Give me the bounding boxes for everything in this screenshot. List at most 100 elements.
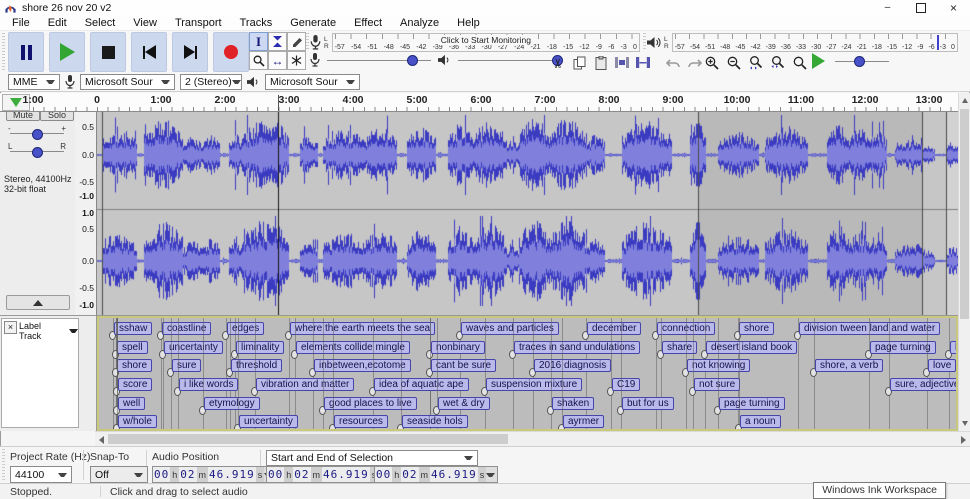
label-chip[interactable]: shore [117, 359, 152, 372]
menu-view[interactable]: View [124, 17, 166, 29]
label-chip[interactable]: page turning [870, 341, 936, 354]
zoom-toggle-button[interactable] [790, 53, 809, 72]
label-chip[interactable]: uncertainty [239, 415, 298, 428]
label-boundary-line[interactable] [661, 318, 662, 429]
vertical-scrollbar[interactable] [958, 93, 970, 431]
menu-file[interactable]: File [3, 17, 39, 29]
mute-button[interactable]: Mute [6, 112, 40, 121]
label-track-body[interactable]: sshawcoastlineedgeswhere the earth meets… [97, 316, 958, 431]
label-chip[interactable]: shore, a verb [815, 359, 883, 372]
silence-audio-button[interactable] [633, 53, 652, 72]
zoom-in-button[interactable] [702, 53, 721, 72]
menu-tracks[interactable]: Tracks [231, 17, 282, 29]
stereo-track-waveform[interactable] [97, 112, 958, 316]
project-rate-combo[interactable]: 44100 [10, 466, 72, 483]
label-boundary-line[interactable] [739, 318, 740, 429]
label-boundary-line[interactable] [401, 318, 402, 429]
label-boundary-line[interactable] [949, 318, 950, 429]
time-digits[interactable]: 02 [401, 467, 418, 482]
copy-button[interactable] [570, 53, 589, 72]
label-chip[interactable]: etymology [204, 397, 260, 410]
stop-button[interactable] [90, 32, 126, 72]
selection-end-field[interactable]: 00h02m46.919s [374, 466, 498, 483]
time-digits[interactable]: 02 [293, 467, 310, 482]
time-unit[interactable]: m [419, 467, 431, 482]
label-boundary-line[interactable] [611, 318, 612, 429]
label-chip[interactable]: december [587, 322, 641, 335]
time-unit[interactable]: h [392, 467, 401, 482]
close-track-button[interactable]: × [4, 321, 17, 334]
label-chip[interactable]: score [118, 378, 152, 391]
horizontal-scrollbar[interactable] [95, 431, 970, 446]
audio-position-field[interactable]: 00h02m46.919s [152, 466, 276, 483]
label-boundary-line[interactable] [373, 318, 374, 429]
label-boundary-line[interactable] [163, 318, 164, 429]
label-chip[interactable]: be [950, 341, 958, 354]
playback-meter[interactable]: -57-54-51-48-45-42-39-36-33-30-27-24-21-… [672, 33, 958, 52]
selection-start-field[interactable]: 00h02m46.919s [266, 466, 390, 483]
menu-effect[interactable]: Effect [345, 17, 391, 29]
playback-volume-slider[interactable] [456, 53, 560, 67]
scroll-left-icon[interactable] [99, 436, 104, 444]
label-boundary-line[interactable] [869, 318, 870, 429]
recording-volume-slider[interactable] [325, 53, 433, 67]
playback-device-combo[interactable]: Microsoft Sour [265, 74, 360, 90]
label-chip[interactable]: a noun [740, 415, 781, 428]
label-chip[interactable]: good places to live [324, 397, 417, 410]
label-chip[interactable]: liminality [236, 341, 284, 354]
label-track-title[interactable]: Label Track [19, 321, 78, 341]
selection-mode-combo[interactable]: Start and End of Selection [266, 450, 478, 466]
time-digits[interactable]: 46.919 [322, 467, 370, 482]
envelope-tool-button[interactable] [268, 32, 287, 51]
label-boundary-line[interactable] [562, 318, 563, 429]
skip-to-end-button[interactable] [172, 32, 208, 72]
label-boundary-line[interactable] [333, 318, 334, 429]
maximize-button[interactable] [904, 0, 937, 15]
vertical-scale-ruler[interactable]: 0.50.0-0.5-1.01.00.50.0-0.5-1.0 [75, 112, 97, 316]
label-chip[interactable]: desert island book [706, 341, 797, 354]
close-button[interactable]: × [937, 0, 970, 15]
label-chip[interactable]: idea of aquatic ape [374, 378, 469, 391]
pause-button[interactable] [8, 32, 44, 72]
time-unit[interactable]: s [256, 467, 265, 482]
label-chip[interactable]: waves and particles [461, 322, 559, 335]
pan-slider[interactable]: L R [8, 143, 66, 157]
play-speed-slider[interactable] [833, 54, 891, 68]
fit-project-button[interactable] [768, 53, 787, 72]
label-chip[interactable]: well [118, 397, 145, 410]
time-digits[interactable]: 00 [153, 467, 170, 482]
label-chip[interactable]: seaside hols [402, 415, 468, 428]
time-unit[interactable]: h [284, 467, 293, 482]
recording-meter[interactable]: -57-54-51-48-45-42-39-36-33-30-27-24-21-… [332, 33, 640, 52]
gain-slider[interactable]: - + [8, 125, 66, 139]
fit-selection-button[interactable] [746, 53, 765, 72]
menu-edit[interactable]: Edit [39, 17, 76, 29]
label-chip[interactable]: spell [117, 341, 148, 354]
label-chip[interactable]: nonbinary [431, 341, 485, 354]
label-chip[interactable]: sure, adjective [890, 378, 958, 391]
scroll-down-icon[interactable] [962, 421, 968, 426]
horizontal-scroll-thumb[interactable] [108, 434, 508, 444]
label-boundary-line[interactable] [178, 318, 179, 429]
menu-transport[interactable]: Transport [166, 17, 231, 29]
record-button[interactable] [213, 32, 249, 72]
label-chip[interactable]: share [662, 341, 697, 354]
scroll-right-icon[interactable] [961, 436, 966, 444]
label-chip[interactable]: vibration and matter [256, 378, 354, 391]
zoom-out-button[interactable] [724, 53, 743, 72]
waveform-display[interactable] [97, 112, 958, 315]
selection-tool-button[interactable]: I [249, 32, 268, 51]
chevron-down-icon[interactable] [486, 473, 495, 477]
time-unit[interactable]: h [170, 467, 179, 482]
recording-meter-toolbar[interactable]: LR -57-54-51-48-45-42-39-36-33-30-27-24-… [310, 33, 640, 52]
play-button[interactable] [49, 32, 85, 72]
label-chip[interactable]: ayrmer [563, 415, 604, 428]
recording-device-combo[interactable]: Microsoft Sour [80, 74, 175, 90]
menu-help[interactable]: Help [448, 17, 489, 29]
minimize-button[interactable]: – [871, 0, 904, 15]
paste-button[interactable] [591, 53, 610, 72]
zoom-tool-button[interactable] [249, 51, 268, 70]
label-chip[interactable]: shore [739, 322, 774, 335]
label-boundary-line[interactable] [485, 318, 486, 429]
label-chip[interactable]: where the earth meets the sea [290, 322, 435, 335]
